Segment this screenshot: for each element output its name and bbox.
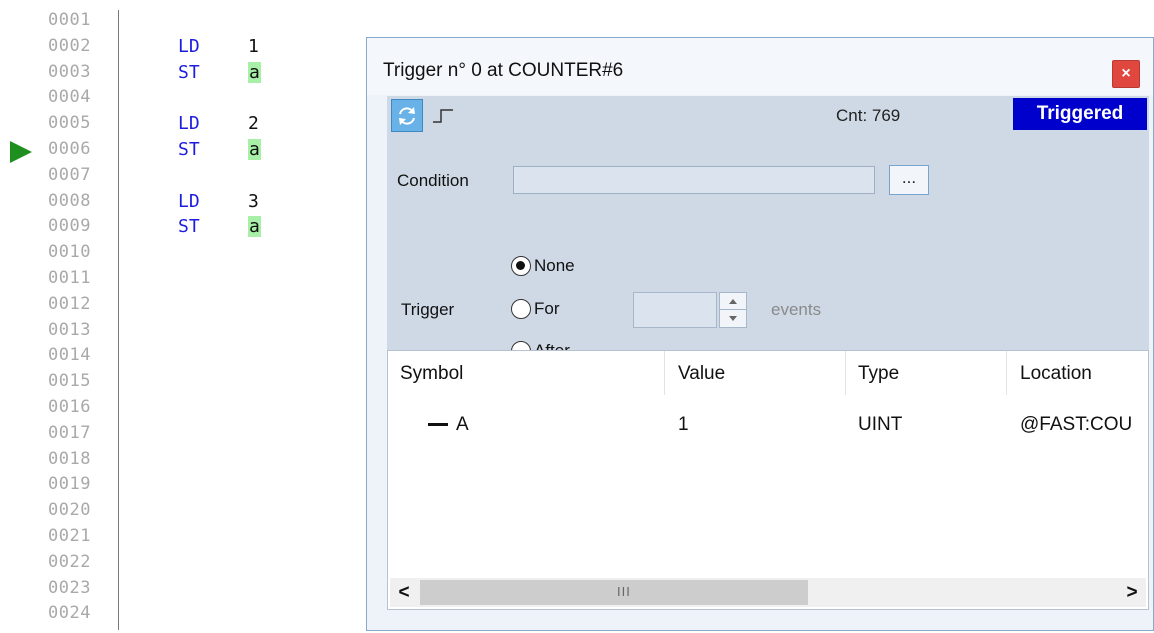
line-number: 0001	[48, 10, 91, 30]
line-number: 0005	[48, 113, 91, 134]
instruction-keyword: ST	[178, 216, 200, 238]
close-button[interactable]: ×	[1112, 60, 1140, 88]
line-number: 0019	[48, 474, 91, 495]
trigger-label: Trigger	[401, 300, 455, 319]
line-number: 0023	[48, 577, 91, 598]
line-number: 0006	[48, 138, 91, 159]
literal-operand: 2	[248, 113, 259, 135]
radio-none-label: None	[534, 256, 575, 275]
radio-for-indicator[interactable]	[511, 299, 531, 319]
instruction-keyword: ST	[178, 61, 200, 83]
instruction-keyword: LD	[178, 190, 200, 212]
event-count-stepper[interactable]	[719, 292, 747, 328]
literal-operand: 1	[248, 35, 259, 57]
line-number: 0022	[48, 551, 91, 572]
trigger-window: Trigger n° 0 at COUNTER#6 × Cnt: 769 Tri…	[366, 37, 1154, 631]
horizontal-scrollbar[interactable]: < III >	[390, 578, 1146, 607]
variable-operand: a	[248, 139, 261, 160]
radio-for-label: For	[534, 299, 560, 318]
type-cell: UINT	[858, 414, 903, 435]
code-line[interactable]: LD 2	[178, 111, 259, 137]
line-number: 0013	[48, 319, 91, 340]
column-header-location[interactable]: Location	[1020, 363, 1092, 385]
radio-none[interactable]: None	[511, 256, 575, 276]
line-number: 0016	[48, 396, 91, 417]
line-number: 0007	[48, 164, 91, 185]
column-header-value[interactable]: Value	[678, 363, 725, 385]
trigger-count: Cnt: 769	[836, 106, 901, 125]
condition-browse-button[interactable]: ...	[889, 165, 929, 195]
variable-operand: a	[248, 216, 261, 238]
symbol-table: Symbol Value Type Location A 1 UINT @FAS…	[387, 350, 1149, 610]
line-number: 0002	[48, 35, 91, 56]
window-title: Trigger n° 0 at COUNTER#6	[383, 60, 624, 81]
trigger-settings-panel: Cnt: 769 Triggered Condition ... Trigger…	[387, 96, 1149, 361]
scroll-thumb[interactable]: III	[420, 580, 808, 605]
instruction-keyword: ST	[178, 139, 200, 160]
line-number: 0004	[48, 87, 91, 108]
chevron-down-icon	[729, 316, 737, 321]
status-badge: Triggered	[1013, 98, 1147, 130]
code-editor: 0001 0002 0003 0004 0005 0006 0007 0008 0009 0010…	[0, 0, 365, 633]
code-line[interactable]: ST a	[178, 214, 261, 240]
scroll-right-button[interactable]: >	[1118, 578, 1146, 607]
code-line[interactable]: LD 1	[178, 34, 259, 60]
column-divider[interactable]	[664, 351, 665, 395]
radio-for[interactable]: For	[511, 299, 560, 319]
radio-none-indicator[interactable]	[511, 256, 531, 276]
refresh-button[interactable]	[391, 99, 423, 132]
column-header-symbol[interactable]: Symbol	[400, 363, 463, 385]
line-number: 0010	[48, 242, 91, 263]
line-number: 0009	[48, 216, 91, 237]
condition-field[interactable]	[513, 166, 875, 194]
variable-operand: a	[248, 61, 261, 83]
condition-label: Condition	[397, 171, 469, 190]
symbol-cell: A	[428, 414, 469, 436]
rising-edge-icon[interactable]	[432, 108, 454, 124]
stepper-up-button[interactable]	[720, 293, 746, 310]
gutter-divider	[118, 10, 119, 630]
literal-operand: 3	[248, 190, 259, 212]
column-divider[interactable]	[845, 351, 846, 395]
execution-pointer-icon	[10, 141, 32, 163]
line-number: 0024	[48, 603, 91, 624]
code-line[interactable]: LD 3	[178, 189, 259, 215]
line-number: 0020	[48, 500, 91, 521]
line-number: 0018	[48, 448, 91, 469]
symbol-name: A	[456, 414, 469, 435]
tree-connector-icon	[428, 423, 448, 427]
column-header-type[interactable]: Type	[858, 363, 899, 385]
line-number: 0017	[48, 422, 91, 443]
line-number: 0008	[48, 190, 91, 211]
instruction-keyword: LD	[178, 113, 200, 135]
event-count-input[interactable]	[633, 292, 717, 328]
line-number: 0011	[48, 267, 91, 288]
line-number: 0014	[48, 345, 91, 366]
scroll-left-button[interactable]: <	[390, 578, 418, 607]
chevron-up-icon	[729, 298, 737, 304]
stepper-down-button[interactable]	[720, 310, 746, 327]
code-line[interactable]: ST a	[178, 60, 261, 86]
grip-icon: III	[617, 584, 631, 599]
value-cell: 1	[678, 414, 689, 435]
events-unit-label: events	[771, 300, 822, 319]
instruction-keyword: LD	[178, 35, 200, 57]
window-titlebar[interactable]: Trigger n° 0 at COUNTER#6 ×	[367, 38, 1153, 95]
line-number: 0003	[48, 61, 91, 82]
line-number: 0012	[48, 293, 91, 314]
refresh-icon	[399, 106, 415, 125]
line-number: 0015	[48, 371, 91, 392]
column-divider[interactable]	[1006, 351, 1007, 395]
line-number-gutter: 0001 0002 0003 0004 0005 0006 0007 0008 0009 0010…	[48, 8, 114, 627]
line-number: 0021	[48, 525, 91, 546]
location-cell: @FAST:COU	[1020, 414, 1133, 435]
code-line[interactable]: ST a	[178, 137, 261, 163]
